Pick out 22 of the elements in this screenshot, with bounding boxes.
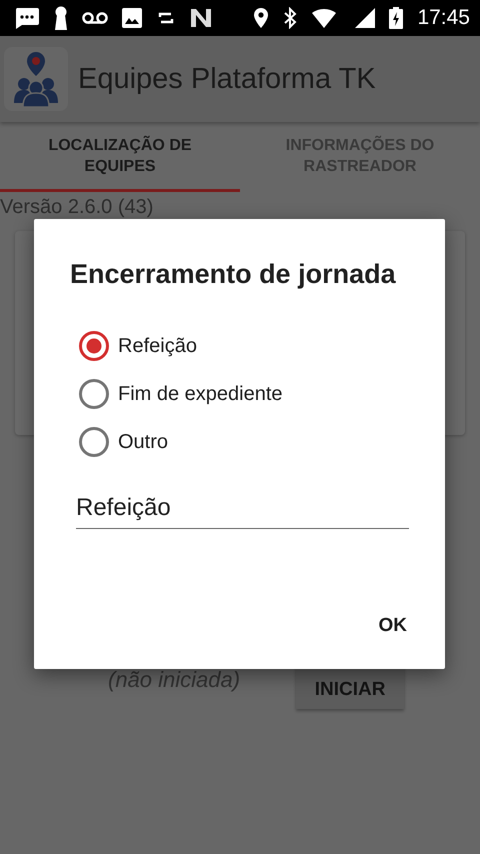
radio-label[interactable]: Fim de expediente (118, 382, 283, 406)
app-logo-icon (4, 47, 68, 111)
radio-label[interactable]: Refeição (118, 334, 197, 358)
message-icon (14, 7, 40, 29)
reason-input-field[interactable]: Refeição (76, 490, 409, 529)
keyhole-icon (54, 6, 68, 30)
bluetooth-icon (283, 7, 298, 29)
location-icon (253, 7, 270, 29)
radio-button[interactable] (78, 426, 110, 458)
image-icon (122, 8, 142, 28)
radio-label[interactable]: Outro (118, 430, 168, 454)
ok-button[interactable]: OK (366, 607, 419, 645)
app-title: Equipes Plataforma TK (78, 62, 376, 96)
signal-icon (355, 8, 376, 28)
version-label: Versão 2.6.0 (43) (0, 195, 154, 219)
battery-charging-icon (389, 7, 404, 29)
dialog-title: Encerramento de jornada (70, 259, 397, 290)
radio-button[interactable] (78, 330, 110, 362)
voicemail-icon (82, 11, 108, 25)
clock-time: 17:45 (417, 6, 470, 30)
radio-button[interactable] (78, 378, 110, 410)
n-logo-icon (190, 8, 212, 28)
